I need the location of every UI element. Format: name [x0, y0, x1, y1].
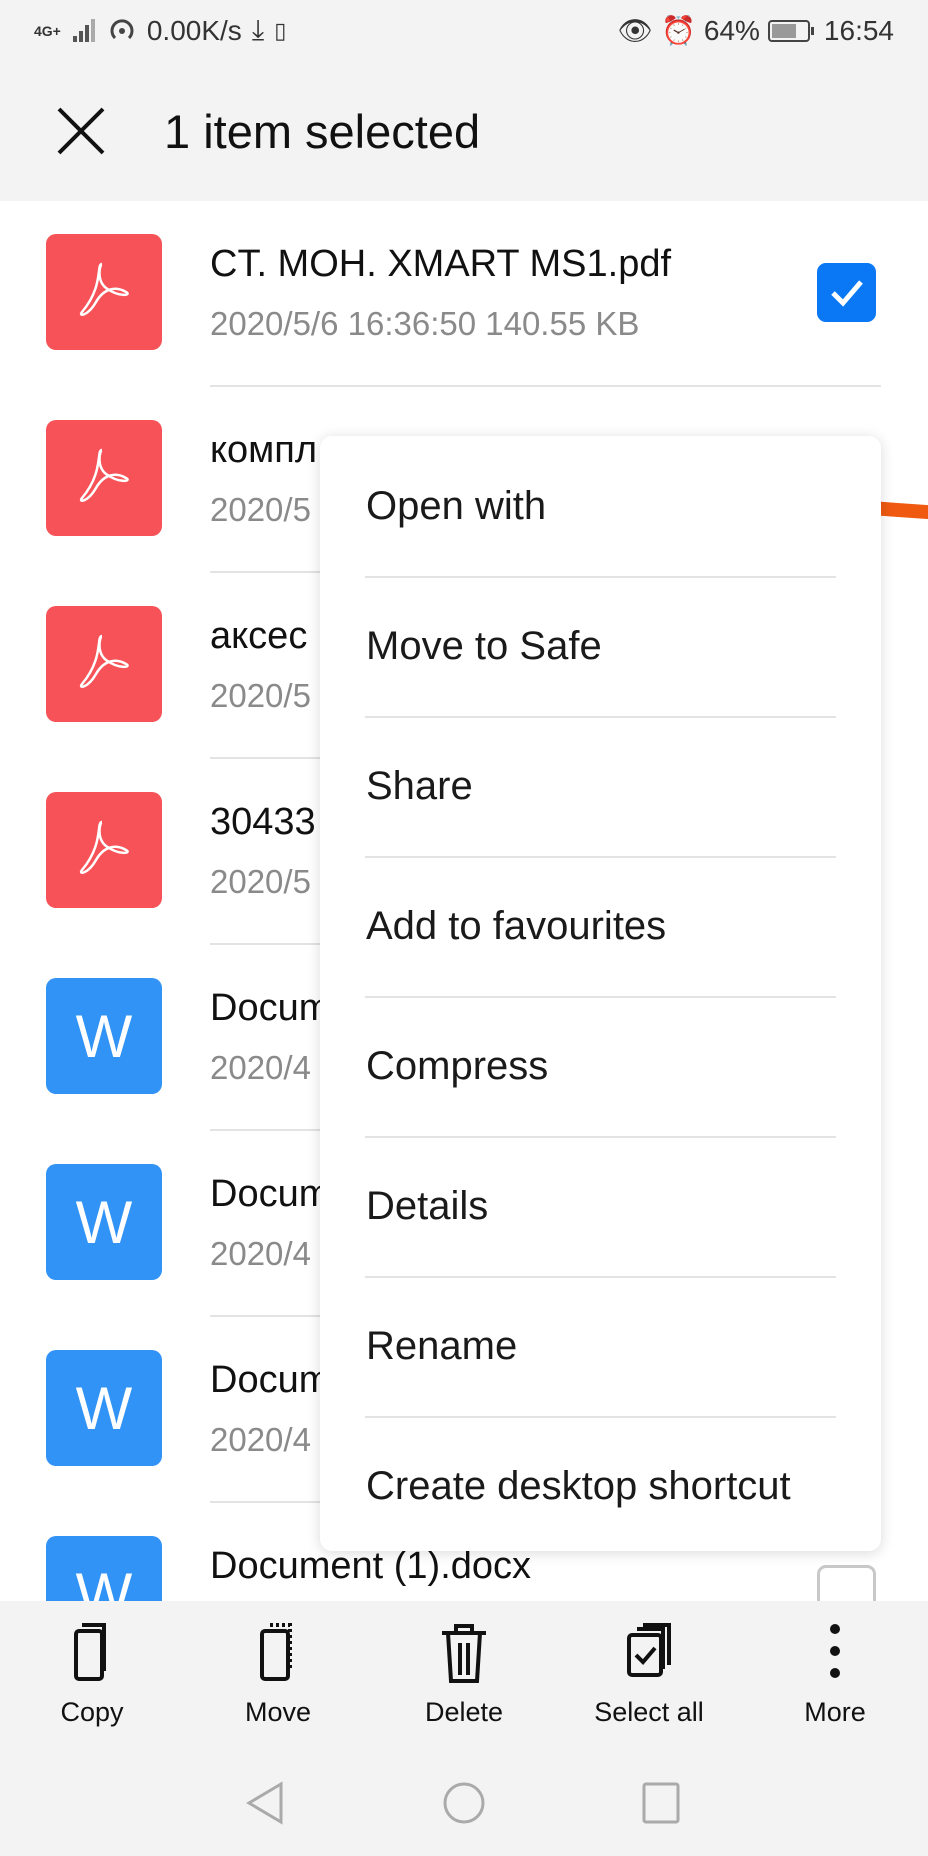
select-all-button[interactable]: Select all: [559, 1601, 739, 1752]
battery-icon: [767, 19, 814, 42]
file-meta: 2020/5: [210, 677, 311, 714]
copy-label: Copy: [60, 1697, 124, 1727]
trash-icon: [442, 1624, 486, 1683]
file-name: Docum: [210, 1359, 331, 1401]
doc-file-icon: W: [46, 978, 162, 1094]
delete-button[interactable]: Delete: [374, 1601, 554, 1752]
doc-file-icon: W: [46, 1164, 162, 1280]
copy-icon: [74, 1623, 106, 1681]
close-icon[interactable]: [56, 106, 106, 156]
menu-item-add-to-favourites[interactable]: Add to favourites: [320, 856, 881, 996]
back-icon[interactable]: [245, 1780, 285, 1826]
file-meta: 2020/5: [210, 863, 311, 900]
pdf-file-icon: [46, 420, 162, 536]
menu-item-move-to-safe[interactable]: Move to Safe: [320, 576, 881, 716]
delete-label: Delete: [424, 1697, 504, 1727]
alarm-icon: ⏰: [661, 15, 696, 46]
file-meta: 2020/5/6 16:36:50 140.55 KB: [210, 305, 640, 342]
recents-icon[interactable]: [641, 1780, 681, 1826]
bottom-action-bar: Copy Move Delete Select all More: [0, 1601, 928, 1752]
status-bar: 4G+ 0.00K/s ⤓ ▯ 👁 ⏰ 64% 16:54: [0, 0, 928, 60]
system-nav-bar: [0, 1752, 928, 1856]
file-name: Docum: [210, 1173, 331, 1215]
menu-item-compress[interactable]: Compress: [320, 996, 881, 1136]
select-all-label: Select all: [594, 1697, 704, 1727]
home-icon[interactable]: [442, 1780, 486, 1826]
pdf-icon: [79, 820, 129, 874]
doc-file-icon: W: [46, 1536, 162, 1601]
more-label: More: [804, 1697, 866, 1727]
page-title: 1 item selected: [164, 105, 481, 158]
signal-icon: [72, 18, 95, 42]
selection-header: 1 item selected: [0, 60, 928, 201]
file-meta: 2020/5: [210, 491, 311, 528]
file-name: компл: [210, 429, 318, 471]
pdf-file-icon: [46, 606, 162, 722]
menu-item-details[interactable]: Details: [320, 1136, 881, 1276]
file-meta: 2020/4: [210, 1049, 311, 1086]
battery-saver-icon: ▯: [274, 17, 287, 43]
copy-button[interactable]: Copy: [2, 1601, 182, 1752]
file-meta: 2020/4: [210, 1235, 311, 1272]
pdf-icon: [79, 634, 129, 688]
word-icon-letter: W: [75, 1374, 133, 1442]
more-button[interactable]: More: [745, 1601, 925, 1752]
pdf-icon: [79, 262, 129, 316]
file-name: Docum: [210, 987, 331, 1029]
select-all-icon: [627, 1623, 671, 1677]
move-label: Move: [244, 1697, 312, 1727]
word-icon-letter: W: [75, 1560, 133, 1602]
network-type: 4G+: [34, 22, 61, 39]
select-checkbox[interactable]: [817, 1565, 876, 1601]
menu-item-open-with[interactable]: Open with: [320, 436, 881, 576]
doc-file-icon: W: [46, 1350, 162, 1466]
file-name: CT. MOH. XMART MS1.pdf: [210, 243, 672, 285]
download-icon: ⤓: [251, 14, 265, 45]
context-menu: Open with Move to Safe Share Add to favouri…: [320, 436, 881, 1551]
select-checkbox[interactable]: [817, 263, 876, 322]
pdf-icon: [79, 448, 129, 502]
pdf-file-icon: [46, 792, 162, 908]
file-name: 30433: [210, 801, 316, 843]
hotspot-icon: [110, 18, 134, 39]
menu-item-create-desktop-shortcut[interactable]: Create desktop shortcut: [320, 1416, 881, 1556]
file-row[interactable]: CT. MOH. XMART MS1.pdf 2020/5/6 16:36:50…: [0, 201, 928, 387]
file-name: аксес: [210, 615, 308, 657]
menu-item-rename[interactable]: Rename: [320, 1276, 881, 1416]
eye-comfort-icon: 👁: [617, 15, 653, 46]
pdf-file-icon: [46, 234, 162, 350]
more-vertical-icon: [830, 1624, 840, 1678]
clock: 16:54: [823, 14, 894, 46]
menu-item-share[interactable]: Share: [320, 716, 881, 856]
move-icon: [260, 1623, 292, 1681]
word-icon-letter: W: [75, 1002, 133, 1070]
battery-percent: 64%: [703, 14, 760, 46]
network-speed: 0.00K/s: [146, 14, 242, 46]
move-button[interactable]: Move: [188, 1601, 368, 1752]
check-icon: [830, 279, 863, 307]
word-icon-letter: W: [75, 1188, 133, 1256]
file-meta: 2020/4: [210, 1421, 311, 1458]
